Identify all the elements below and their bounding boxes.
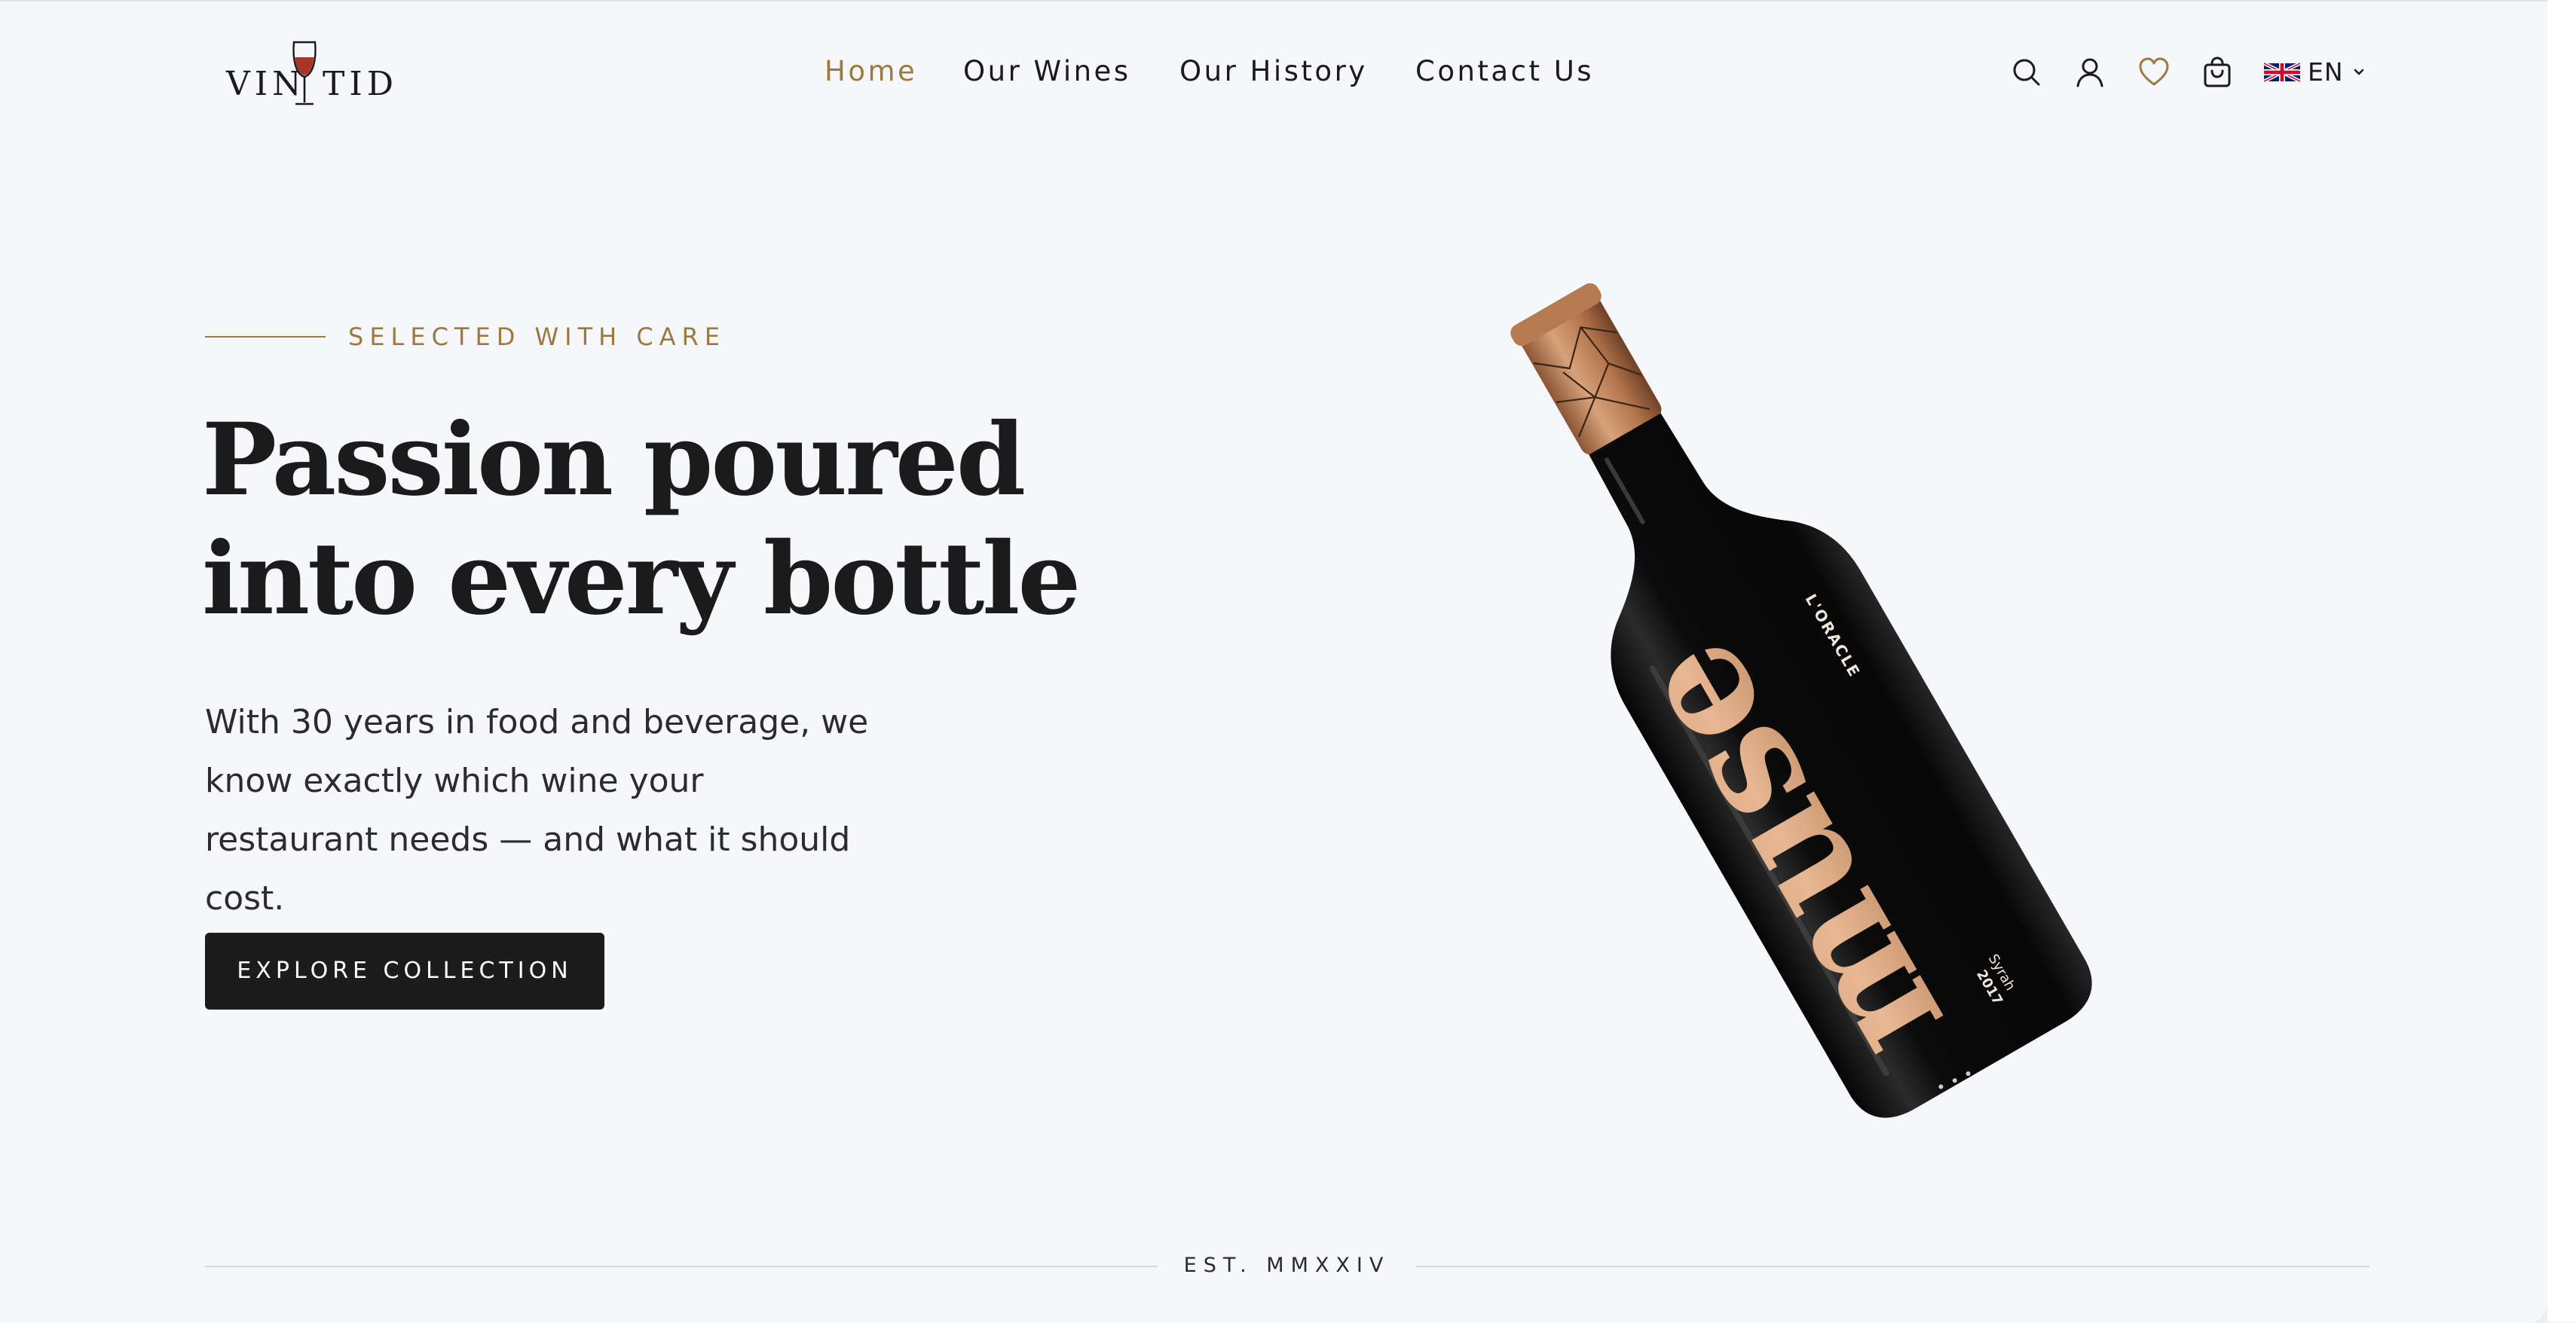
shopping-bag-icon[interactable] xyxy=(2201,56,2234,89)
user-icon[interactable] xyxy=(2073,56,2106,89)
explore-collection-button[interactable]: EXPLORE COLLECTION xyxy=(205,933,604,1010)
page: VIN TID Home Our Wines Our History Conta… xyxy=(0,0,2547,1323)
uk-flag-icon xyxy=(2264,61,2300,84)
hero-headline-line-2: into every bottle xyxy=(202,521,1081,637)
nav-contact-us[interactable]: Contact Us xyxy=(1415,53,1594,90)
nav-home[interactable]: Home xyxy=(825,53,917,90)
window-edge xyxy=(2547,0,2576,1321)
eyebrow-divider xyxy=(205,336,326,338)
search-icon[interactable] xyxy=(2010,56,2043,89)
chevron-down-icon xyxy=(2354,69,2363,75)
footer-divider-left xyxy=(205,1266,1158,1267)
logo-text-right: TID xyxy=(323,65,399,103)
hero-headline: Passion poured into every bottle xyxy=(202,401,1081,639)
nav-our-history[interactable]: Our History xyxy=(1179,53,1368,90)
hero-eyebrow: SELECTED WITH CARE xyxy=(348,322,727,351)
wine-glass-icon xyxy=(292,41,317,105)
language-code: EN xyxy=(2308,57,2344,87)
brand-logo[interactable]: VIN TID xyxy=(226,39,393,108)
hero-headline-line-1: Passion poured xyxy=(202,402,1026,518)
language-selector[interactable]: EN xyxy=(2264,57,2366,87)
footer-divider-right xyxy=(1415,1266,2369,1267)
nav-our-wines[interactable]: Our Wines xyxy=(963,53,1131,90)
hero-description: With 30 years in food and beverage, we k… xyxy=(205,703,869,918)
heart-icon[interactable] xyxy=(2137,56,2171,89)
established-text: EST. MMXXIV xyxy=(1183,1254,1390,1277)
wine-bottle-image: muse L'ORACLE Syrah 2017 xyxy=(1510,283,2092,1118)
